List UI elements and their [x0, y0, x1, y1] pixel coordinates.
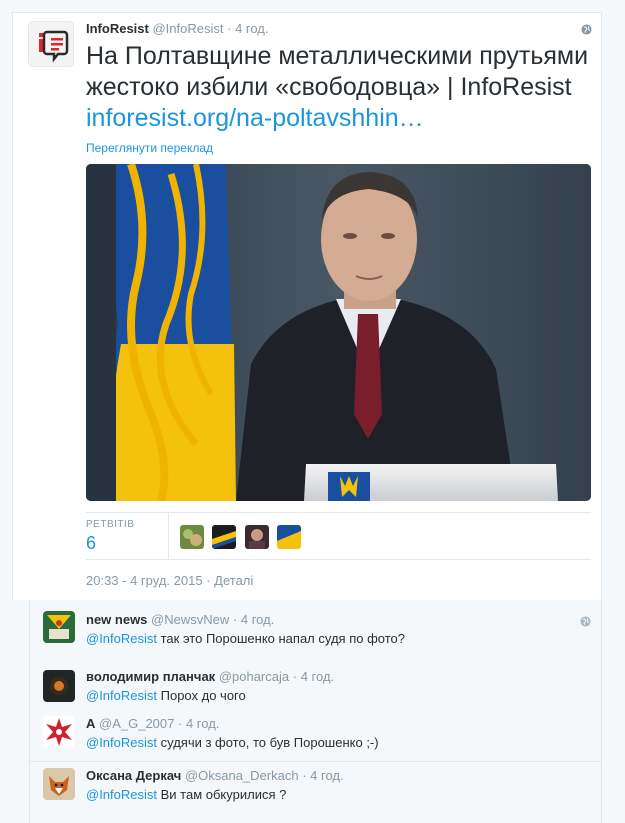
- reply-avatar[interactable]: [43, 716, 75, 748]
- tweet-body: На Полтавщине металлическими прутьями же…: [86, 42, 589, 101]
- reply-header: володимир планчак @poharcaja · 4 год.: [86, 669, 334, 685]
- retweeter-avatar[interactable]: [277, 525, 302, 549]
- reply-author-name[interactable]: A: [86, 716, 95, 731]
- tweet-header: InfoResist @InfoResist · 4 год.: [86, 21, 269, 37]
- reply-avatar[interactable]: [43, 768, 75, 800]
- author-handle[interactable]: @InfoResist: [152, 21, 223, 36]
- tweet-link[interactable]: inforesist.org/na-poltavshhin…: [86, 104, 424, 132]
- reply-body: так это Порошенко напал судя по фото?: [160, 631, 405, 646]
- reply-mention[interactable]: @InfoResist: [86, 688, 157, 703]
- tweet-photo[interactable]: [86, 164, 591, 501]
- details-link[interactable]: Деталі: [214, 573, 253, 588]
- tweet-time[interactable]: 4 год.: [235, 21, 268, 36]
- reply-item[interactable]: Оксана Деркач @Oksana_Derkach · 4 год. @…: [30, 762, 601, 823]
- replies-list: new news @NewsvNew · 4 год. @InfoResist …: [29, 600, 602, 823]
- retweeter-avatar[interactable]: [244, 525, 269, 549]
- stats-divider: [168, 513, 169, 559]
- reply-item[interactable]: A @A_G_2007 · 4 год. @InfoResist судячи …: [30, 710, 601, 762]
- reply-author-handle[interactable]: @Oksana_Derkach: [185, 768, 299, 783]
- reply-text: @InfoResist так это Порошенко напал судя…: [86, 631, 405, 647]
- reply-author-handle[interactable]: @A_G_2007: [99, 716, 174, 731]
- reply-avatar[interactable]: [43, 611, 75, 643]
- header-dot: ·: [227, 21, 232, 36]
- main-tweet: InfoResist @InfoResist · 4 год. На Полта…: [12, 12, 602, 600]
- reply-mention[interactable]: @InfoResist: [86, 787, 157, 802]
- reply-text: @InfoResist Порох до чого: [86, 688, 246, 704]
- retweets-count[interactable]: 6: [86, 533, 96, 554]
- portrait-with-flag-photo: [86, 164, 591, 501]
- tweet-text: На Полтавщине металлическими прутьями же…: [86, 41, 594, 134]
- reply-mention[interactable]: @InfoResist: [86, 735, 157, 750]
- retweets-label: РЕТВІТІВ: [86, 519, 135, 530]
- retweeter-avatars: [180, 525, 305, 549]
- reply-author-name[interactable]: new news: [86, 612, 147, 627]
- reply-item[interactable]: володимир планчак @poharcaja · 4 год. @I…: [30, 660, 601, 710]
- globe-icon: [580, 614, 591, 632]
- reply-author-handle[interactable]: @poharcaja: [219, 669, 289, 684]
- reply-dot: ·: [178, 716, 183, 731]
- reply-time[interactable]: 4 год.: [241, 612, 274, 627]
- author-name[interactable]: InfoResist: [86, 21, 149, 36]
- reply-body: Порох до чого: [160, 688, 246, 703]
- tweet-timestamp: 20:33 - 4 груд. 2015: [86, 573, 203, 588]
- reply-header: A @A_G_2007 · 4 год.: [86, 716, 219, 732]
- reply-time[interactable]: 4 год.: [310, 768, 343, 783]
- reply-dot: ·: [232, 612, 238, 627]
- inforesist-logo-icon: [29, 22, 73, 66]
- reply-header: Оксана Деркач @Oksana_Derkach · 4 год.: [86, 768, 344, 784]
- tweet-meta: 20:33 - 4 груд. 2015 · Деталі: [86, 573, 253, 588]
- retweeter-avatar[interactable]: [212, 525, 237, 549]
- reply-body: судячи з фото, то був Порошенко ;-): [160, 735, 379, 750]
- view-translation-link[interactable]: Переглянути переклад: [86, 141, 213, 155]
- reply-dot: ·: [302, 768, 307, 783]
- reply-dot: ·: [292, 669, 298, 684]
- reply-author-handle[interactable]: @NewsvNew: [151, 612, 229, 627]
- reply-body: Ви там обкурилися ?: [160, 787, 287, 802]
- reply-author-name[interactable]: Оксана Деркач: [86, 768, 181, 783]
- reply-text: @InfoResist судячи з фото, то був Пороше…: [86, 735, 379, 751]
- reply-header: new news @NewsvNew · 4 год.: [86, 612, 274, 628]
- reply-time[interactable]: 4 год.: [186, 716, 219, 731]
- retweeter-avatar[interactable]: [180, 525, 204, 549]
- reply-item[interactable]: new news @NewsvNew · 4 год. @InfoResist …: [30, 600, 601, 660]
- reply-mention[interactable]: @InfoResist: [86, 631, 157, 646]
- reply-author-name[interactable]: володимир планчак: [86, 669, 215, 684]
- reply-text: @InfoResist Ви там обкурилися ?: [86, 787, 286, 803]
- reply-avatar[interactable]: [43, 670, 75, 702]
- reply-time[interactable]: 4 год.: [301, 669, 334, 684]
- inforesist-avatar[interactable]: [28, 21, 74, 67]
- tweet-stats: РЕТВІТІВ 6: [86, 512, 591, 560]
- meta-separator: ·: [206, 573, 211, 588]
- globe-icon: [581, 22, 592, 40]
